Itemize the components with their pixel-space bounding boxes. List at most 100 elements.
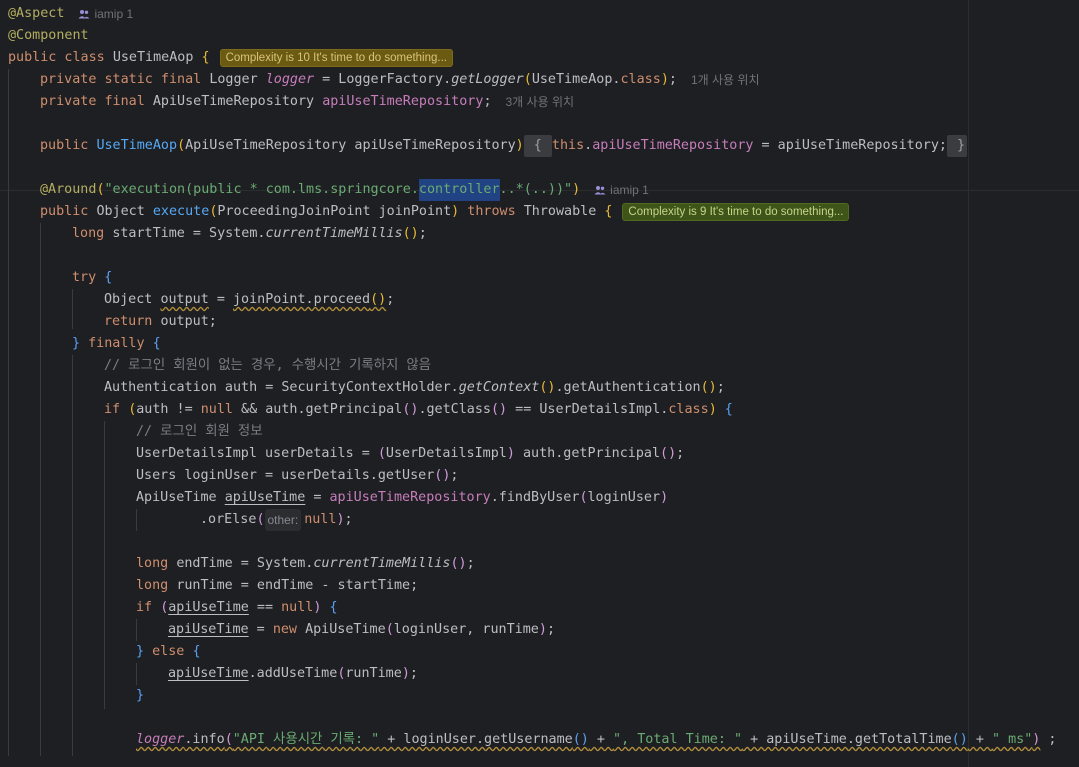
code-line[interactable]: // 로그인 회원이 없는 경우, 수행시간 기록하지 않음 <box>104 355 431 377</box>
code-token: ApiUseTimeRepository apiUseTimeRepositor… <box>185 138 516 153</box>
code-token: ) <box>572 182 581 197</box>
code-token: throws <box>459 204 524 219</box>
usages-hint[interactable]: 3개 사용 위치 <box>506 91 575 113</box>
code-token: ( <box>385 622 394 637</box>
code-line[interactable]: Authentication auth = SecurityContextHol… <box>104 377 725 399</box>
code-token: UseTimeAop <box>96 138 178 153</box>
code-token: == UserDetailsImpl. <box>507 402 669 417</box>
code-token: ; <box>716 380 725 395</box>
code-token: ) <box>1032 732 1041 747</box>
code-token: @Around <box>40 182 97 197</box>
code-token: { <box>523 135 552 157</box>
usages-hint[interactable]: 1개 사용 위치 <box>691 69 760 91</box>
code-token: { <box>716 402 733 417</box>
code-line[interactable]: public Object execute(ProceedingJoinPoin… <box>40 201 850 223</box>
code-token: { <box>321 600 338 615</box>
code-line[interactable]: if (apiUseTime == null) { <box>136 597 338 619</box>
code-line[interactable]: logger .info("API 사용시간 기록: " + loginUser.… <box>136 729 1056 751</box>
code-token: runTime = endTime - startTime; <box>176 578 419 593</box>
code-line[interactable]: ApiUseTime apiUseTime = apiUseTimeReposi… <box>136 487 668 509</box>
code-token: } <box>946 135 968 157</box>
code-token: ) <box>401 666 410 681</box>
code-token: currentTimeMillis <box>313 556 451 571</box>
parameter-hint: other: <box>264 509 302 531</box>
code-token: = apiUseTimeRepository; <box>753 138 947 153</box>
code-line[interactable]: public class UseTimeAop {Complexity is 1… <box>8 47 453 69</box>
code-line[interactable]: private static final Logger logger = Log… <box>40 69 759 91</box>
code-token: UserDetailsImpl <box>385 446 507 461</box>
code-line[interactable]: apiUseTime = new ApiUseTime(loginUser, r… <box>168 619 555 641</box>
code-token: { <box>604 204 613 219</box>
right-margin-guide <box>968 0 969 767</box>
code-token: null <box>304 512 337 527</box>
code-line[interactable]: return output; <box>104 311 217 333</box>
indent-guide <box>104 421 105 709</box>
code-line[interactable]: if (auth != null && auth.getPrincipal().… <box>104 399 733 421</box>
code-token: () <box>402 402 419 417</box>
code-line[interactable]: } <box>136 685 144 707</box>
code-line[interactable]: } finally { <box>72 333 161 355</box>
code-token: ) <box>506 446 515 461</box>
code-token: ( <box>337 666 346 681</box>
code-token: @Component <box>8 28 89 43</box>
author-hint[interactable]: iamip 1 <box>594 179 649 201</box>
code-token: ; <box>418 226 427 241</box>
code-token: Logger <box>209 72 266 87</box>
code-token: private final <box>40 94 153 109</box>
code-token: ( <box>209 204 218 219</box>
author-hint[interactable]: iamip 1 <box>78 3 133 25</box>
code-line[interactable]: Users loginUser = userDetails.getUser(); <box>136 465 458 487</box>
code-token: apiUseTime <box>168 666 249 681</box>
code-line[interactable]: private final ApiUseTimeRepository apiUs… <box>40 91 574 113</box>
indent-guide <box>136 663 137 685</box>
code-line[interactable]: apiUseTime .addUseTime(runTime); <box>168 663 418 685</box>
code-token: apiUseTimeRepository <box>592 138 754 153</box>
code-token: ) <box>660 490 669 505</box>
code-token: Throwable <box>523 204 605 219</box>
code-token: ) <box>538 622 547 637</box>
code-line[interactable]: Object output = joinPoint.proceed(); <box>104 289 394 311</box>
code-token: ApiUseTime <box>305 622 386 637</box>
code-line[interactable]: @Component <box>8 25 89 47</box>
code-token: = <box>208 292 233 307</box>
code-line[interactable]: long endTime = System. currentTimeMillis(… <box>136 553 475 575</box>
complexity-badge[interactable]: Complexity is 9 It's time to do somethin… <box>622 203 850 221</box>
code-line[interactable]: @Around("execution(public * com.lms.spri… <box>40 179 649 201</box>
code-token: ) <box>708 402 717 417</box>
code-token: apiUseTimeRepository <box>322 94 484 109</box>
indent-guide <box>136 619 137 641</box>
code-line[interactable]: long runTime = endTime - startTime; <box>136 575 418 597</box>
code-token: public <box>40 204 97 219</box>
code-line[interactable]: long startTime = System. currentTimeMilli… <box>72 223 427 245</box>
code-token: // 로그인 회원이 없는 경우, 수행시간 기록하지 않음 <box>104 358 432 373</box>
code-token: ( <box>128 402 137 417</box>
code-token: public class <box>8 50 113 65</box>
code-line[interactable]: try { <box>72 267 112 289</box>
code-token: // 로그인 회원 정보 <box>136 424 263 439</box>
code-token: "API 사용시간 기록: " <box>232 732 380 747</box>
code-token: ( <box>523 72 532 87</box>
code-token: } <box>136 644 153 659</box>
code-token: () <box>539 380 556 395</box>
code-line[interactable]: UserDetailsImpl userDetails = (UserDetai… <box>136 443 684 465</box>
code-line[interactable]: @Aspect iamip 1 <box>8 3 133 25</box>
code-token: ( <box>96 182 105 197</box>
code-token: () <box>951 732 968 747</box>
code-token: try <box>72 270 105 285</box>
code-line[interactable]: .orElse(other: null); <box>200 509 353 531</box>
code-token: joinPoint.proceed <box>233 292 371 307</box>
indent-guide <box>136 509 137 531</box>
code-line[interactable]: // 로그인 회원 정보 <box>136 421 263 443</box>
code-token: () <box>370 292 387 307</box>
code-editor[interactable]: @Aspect iamip 1 @Component public class Use… <box>0 0 1079 767</box>
code-token: ( <box>579 490 588 505</box>
code-line[interactable]: public UseTimeAop(ApiUseTimeRepository a… <box>40 135 968 157</box>
code-line[interactable]: } else { <box>136 641 201 663</box>
code-token: loginUser <box>587 490 661 505</box>
code-token: ( <box>377 446 386 461</box>
complexity-badge[interactable]: Complexity is 10 It's time to do somethi… <box>219 49 453 67</box>
code-token: ( <box>224 732 233 747</box>
code-token: == <box>248 600 282 615</box>
code-token: } <box>72 336 89 351</box>
code-token: + <box>967 732 992 747</box>
